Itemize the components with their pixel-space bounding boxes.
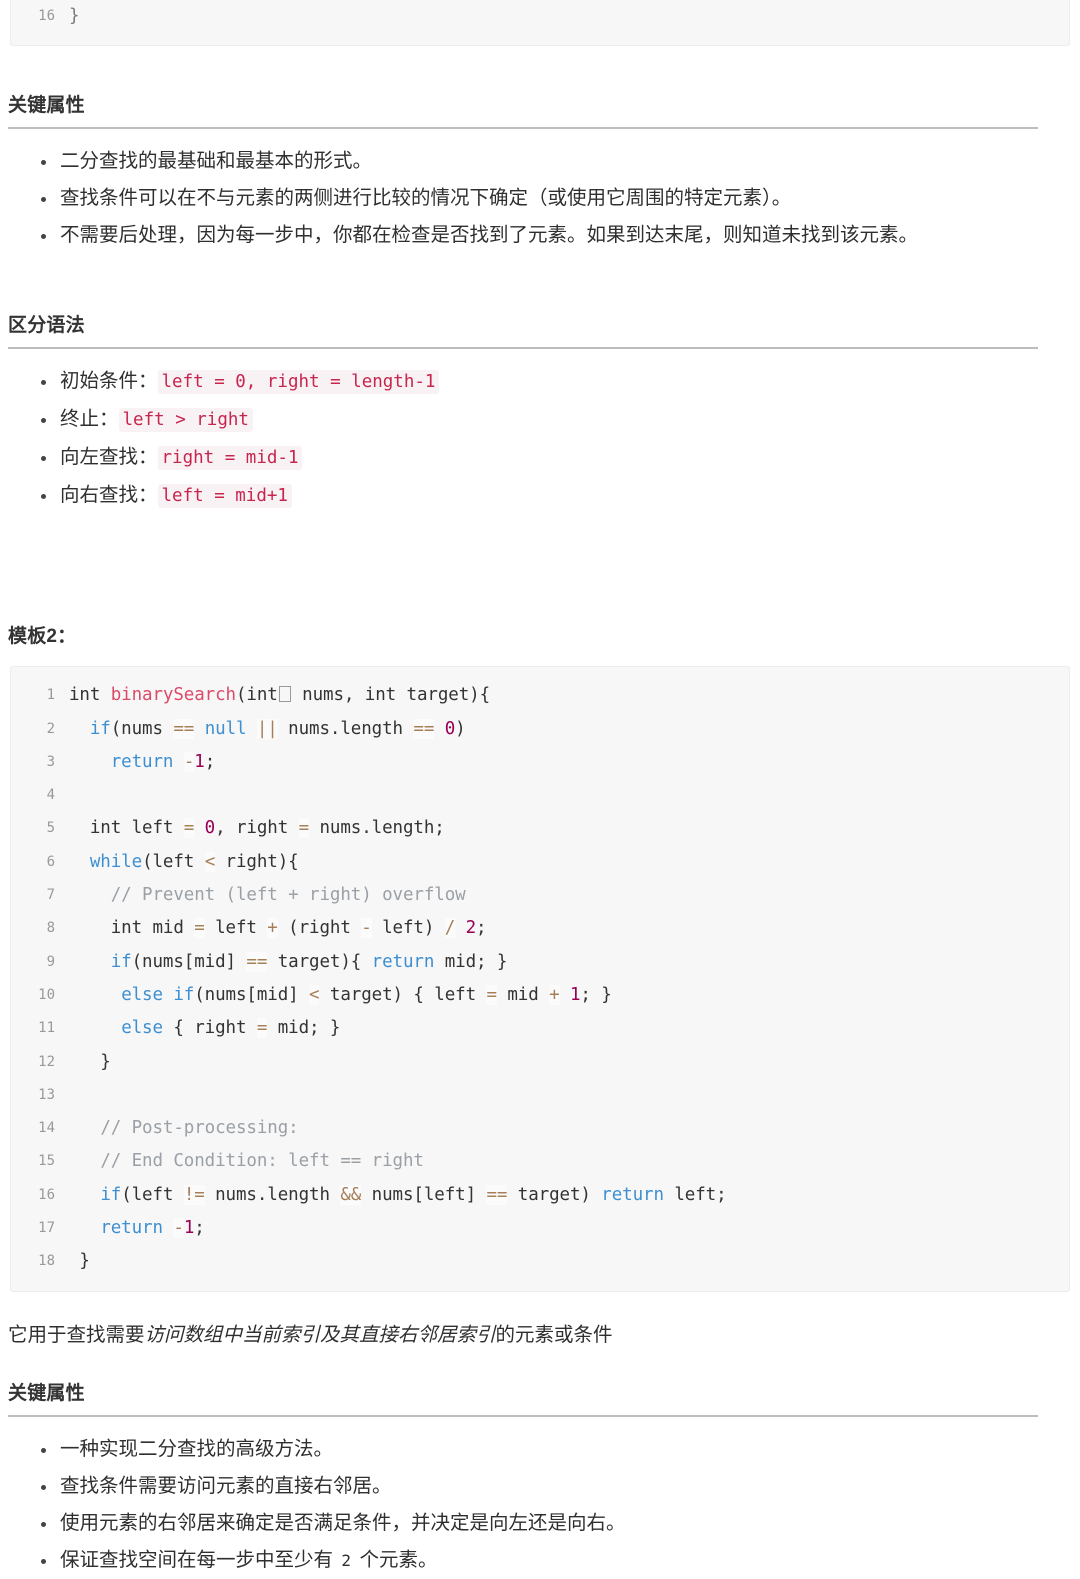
code-text: int left = 0, right = nums.length; — [69, 818, 445, 839]
code-text: // End Condition: left == right — [100, 1151, 424, 1172]
code-text: int binarySearch(int nums, int target){ — [69, 685, 491, 706]
code-table-template2: 1 int binarySearch(int nums, int target){… — [11, 679, 1069, 1278]
code-line: 18 } — [11, 1245, 1069, 1278]
line-number: 1 — [46, 687, 55, 704]
template2-description: 它用于查找需要访问数组中当前索引及其直接右邻居索引的元素或条件 — [0, 1318, 1080, 1352]
code-line: 14 // Post-processing: — [11, 1112, 1069, 1145]
code-text: else { right = mid; } — [121, 1018, 341, 1039]
code-line: 15 // End Condition: left == right — [11, 1145, 1069, 1178]
list-item: 终止： left > right — [0, 401, 1080, 439]
code-text: } — [69, 1251, 90, 1272]
line-number: 18 — [38, 1253, 55, 1270]
code-block-clipped-top: 16 } — [10, 0, 1070, 47]
line-number: 16 — [38, 8, 55, 24]
code-line: 17 return -1; — [11, 1212, 1069, 1245]
line-number: 13 — [38, 1086, 55, 1103]
heading-template2: 模板2： — [8, 626, 77, 648]
heading-key-properties-2: 关键属性 — [8, 1382, 85, 1404]
line-number: 16 — [38, 1186, 55, 1203]
document-page: 16 } 关键属性 二分查找的最基础和最基本的形式。 查找条件可以在不与元素的两… — [0, 0, 1080, 1579]
list-item-label: 初始条件： — [60, 370, 158, 393]
code-text — [69, 779, 1069, 812]
list-item: 初始条件： left = 0, right = length-1 — [0, 363, 1080, 401]
code-line: 6 while(left < right){ — [11, 846, 1069, 879]
bullet-list-syntax-distinction: 初始条件： left = 0, right = length-1 终止： left … — [0, 363, 1080, 515]
line-number: 6 — [46, 853, 55, 870]
code-text — [69, 1079, 1069, 1112]
line-number: 2 — [46, 720, 55, 737]
code-line: 7 // Prevent (left + right) overflow — [11, 879, 1069, 912]
code-line: 11 else { right = mid; } — [11, 1012, 1069, 1045]
inline-code: left = mid+1 — [157, 484, 292, 509]
line-number: 11 — [38, 1020, 55, 1037]
code-text: if(nums == null || nums.length == 0) — [89, 718, 466, 739]
code-line: 8 int mid = left + (right - left) / 2; — [11, 912, 1069, 945]
description-emphasis: 访问数组中当前索引及其直接右邻居索引 — [144, 1323, 496, 1346]
inline-code: left = 0, right = length-1 — [157, 370, 440, 395]
line-number: 4 — [46, 787, 55, 804]
line-number: 14 — [38, 1120, 55, 1137]
description-before: 它用于查找需要 — [8, 1323, 145, 1346]
list-item: 不需要后处理，因为每一步中，你都在检查是否找到了元素。如果到达末尾，则知道未找到… — [0, 217, 1080, 254]
line-number: 12 — [38, 1053, 55, 1070]
code-line: 5 int left = 0, right = nums.length; — [11, 812, 1069, 845]
code-text: return -1; — [110, 751, 216, 772]
code-line: 9 if(nums[mid] == target){ return mid; } — [11, 946, 1069, 979]
code-line: 3 return -1; — [11, 746, 1069, 779]
code-text: else if(nums[mid] < target) { left = mid… — [121, 984, 612, 1005]
bullet-list-key-properties-2: 一种实现二分查找的高级方法。 查找条件需要访问元素的直接右邻居。 使用元素的右邻… — [0, 1431, 1080, 1579]
list-item: 使用元素的右邻居来确定是否满足条件，并决定是向左还是向右。 — [0, 1505, 1080, 1542]
code-table-clipped: 16 } — [11, 0, 1069, 33]
line-number: 9 — [46, 953, 55, 970]
list-item-after: 个元素。 — [354, 1548, 438, 1571]
code-text: while(left < right){ — [89, 851, 299, 872]
code-line: 16 if(left != nums.length && nums[left] … — [11, 1179, 1069, 1212]
list-item-label: 终止： — [60, 408, 119, 431]
heading-key-properties-1: 关键属性 — [8, 95, 85, 117]
code-text: return -1; — [100, 1218, 205, 1239]
bullet-list-key-properties-1: 二分查找的最基础和最基本的形式。 查找条件可以在不与元素的两侧进行比较的情况下确… — [0, 143, 1080, 254]
line-number: 10 — [38, 986, 55, 1003]
inline-code: right = mid-1 — [157, 446, 303, 471]
list-item: 查找条件需要访问元素的直接右邻居。 — [0, 1468, 1080, 1505]
list-item: 保证查找空间在每一步中至少有 2 个元素。 — [0, 1542, 1080, 1579]
code-line: 12 } — [11, 1046, 1069, 1079]
code-token-brace: } — [69, 6, 80, 26]
line-number: 8 — [46, 920, 55, 937]
inline-mono-number: 2 — [341, 1550, 352, 1570]
code-line: 4 — [11, 779, 1069, 812]
code-text: // Post-processing: — [100, 1118, 299, 1139]
code-line: 1 int binarySearch(int nums, int target){ — [11, 679, 1069, 712]
list-item: 二分查找的最基础和最基本的形式。 — [0, 143, 1080, 180]
inline-code: left > right — [118, 408, 253, 433]
code-line: 10 else if(nums[mid] < target) { left = … — [11, 979, 1069, 1012]
line-number: 5 — [46, 820, 55, 837]
line-number: 15 — [38, 1153, 55, 1170]
line-number: 3 — [46, 753, 55, 770]
code-text: } — [69, 0, 1069, 33]
list-item: 向右查找： left = mid+1 — [0, 477, 1080, 515]
list-item-label: 向右查找： — [60, 484, 158, 507]
list-item: 向左查找： right = mid-1 — [0, 439, 1080, 477]
code-text: if(left != nums.length && nums[left] == … — [100, 1184, 727, 1205]
code-line: 2 if(nums == null || nums.length == 0) — [11, 713, 1069, 746]
code-line: 13 — [11, 1079, 1069, 1112]
heading-syntax-distinction: 区分语法 — [8, 315, 85, 337]
list-item: 一种实现二分查找的高级方法。 — [0, 1431, 1080, 1468]
list-item: 查找条件可以在不与元素的两侧进行比较的情况下确定（或使用它周围的特定元素）。 — [0, 180, 1080, 217]
code-line: 16 } — [11, 0, 1069, 33]
line-number: 17 — [38, 1220, 55, 1237]
code-text: int mid = left + (right - left) / 2; — [69, 918, 487, 939]
code-text: // Prevent (left + right) overflow — [110, 885, 466, 906]
code-block-template2: 1 int binarySearch(int nums, int target){… — [10, 666, 1070, 1292]
list-item-before: 保证查找空间在每一步中至少有 — [60, 1548, 339, 1571]
description-after: 的元素或条件 — [495, 1323, 613, 1346]
code-text: } — [69, 1051, 111, 1072]
line-number: 7 — [46, 887, 55, 904]
list-item-label: 向左查找： — [60, 446, 158, 469]
code-text: if(nums[mid] == target){ return mid; } — [110, 951, 508, 972]
